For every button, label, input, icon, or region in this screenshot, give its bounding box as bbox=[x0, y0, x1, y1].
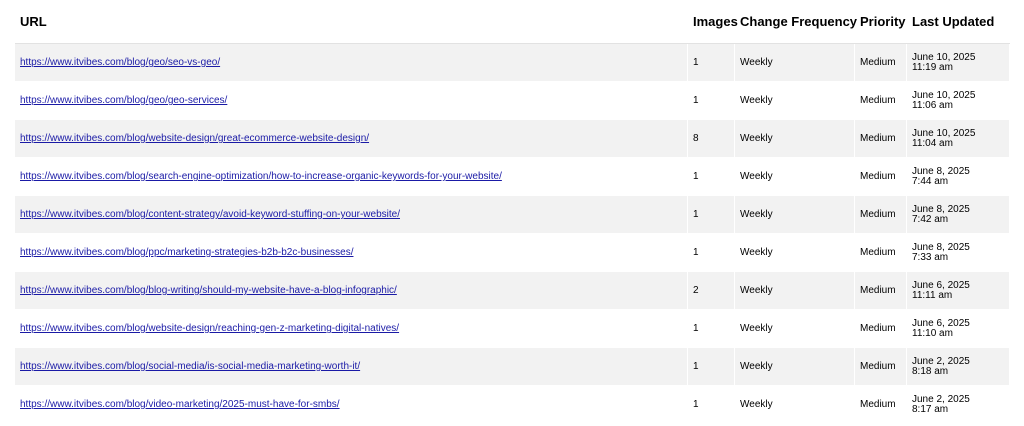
table-row: https://www.itvibes.com/blog/social-medi… bbox=[15, 348, 1010, 386]
priority-cell: Medium bbox=[855, 272, 907, 310]
change-frequency-cell: Weekly bbox=[735, 196, 855, 234]
url-cell: https://www.itvibes.com/blog/blog-writin… bbox=[15, 272, 688, 310]
change-frequency-cell: Weekly bbox=[735, 310, 855, 348]
last-updated-cell: June 6, 2025 11:11 am bbox=[907, 272, 1010, 310]
table-row: https://www.itvibes.com/blog/website-des… bbox=[15, 310, 1010, 348]
last-updated-cell: June 2, 2025 8:18 am bbox=[907, 348, 1010, 386]
images-cell: 1 bbox=[688, 44, 735, 82]
url-link[interactable]: https://www.itvibes.com/blog/geo/geo-ser… bbox=[20, 95, 227, 106]
last-updated-time: 11:11 am bbox=[912, 289, 953, 301]
last-updated-cell: June 8, 2025 7:42 am bbox=[907, 196, 1010, 234]
sitemap-table: URL Images Change Frequency Priority Las… bbox=[15, 0, 1010, 424]
url-cell: https://www.itvibes.com/blog/website-des… bbox=[15, 120, 688, 158]
priority-cell: Medium bbox=[855, 310, 907, 348]
table-row: https://www.itvibes.com/blog/website-des… bbox=[15, 120, 1010, 158]
images-cell: 1 bbox=[688, 234, 735, 272]
change-frequency-cell: Weekly bbox=[735, 120, 855, 158]
last-updated-cell: June 10, 2025 11:19 am bbox=[907, 44, 1010, 82]
url-link[interactable]: https://www.itvibes.com/blog/search-engi… bbox=[20, 171, 502, 182]
change-frequency-cell: Weekly bbox=[735, 234, 855, 272]
images-cell: 1 bbox=[688, 158, 735, 196]
table-row: https://www.itvibes.com/blog/ppc/marketi… bbox=[15, 234, 1010, 272]
last-updated-cell: June 2, 2025 8:17 am bbox=[907, 386, 1010, 424]
url-link[interactable]: https://www.itvibes.com/blog/content-str… bbox=[20, 209, 400, 220]
priority-cell: Medium bbox=[855, 196, 907, 234]
url-cell: https://www.itvibes.com/blog/video-marke… bbox=[15, 386, 688, 424]
column-header-change-frequency[interactable]: Change Frequency bbox=[735, 0, 857, 44]
column-header-priority[interactable]: Priority bbox=[855, 0, 907, 44]
url-link[interactable]: https://www.itvibes.com/blog/website-des… bbox=[20, 323, 399, 334]
change-frequency-cell: Weekly bbox=[735, 158, 855, 196]
sitemap-table-header: URL Images Change Frequency Priority Las… bbox=[15, 0, 1010, 44]
last-updated-time: 8:17 am bbox=[912, 403, 949, 415]
change-frequency-cell: Weekly bbox=[735, 348, 855, 386]
images-cell: 1 bbox=[688, 386, 735, 424]
column-header-images[interactable]: Images bbox=[688, 0, 738, 44]
priority-cell: Medium bbox=[855, 82, 907, 120]
table-row: https://www.itvibes.com/blog/blog-writin… bbox=[15, 272, 1010, 310]
last-updated-cell: June 8, 2025 7:33 am bbox=[907, 234, 1010, 272]
column-header-last-updated[interactable]: Last Updated bbox=[907, 0, 1010, 44]
images-cell: 1 bbox=[688, 348, 735, 386]
table-row: https://www.itvibes.com/blog/content-str… bbox=[15, 196, 1010, 234]
priority-cell: Medium bbox=[855, 120, 907, 158]
table-row: https://www.itvibes.com/blog/video-marke… bbox=[15, 386, 1010, 424]
priority-cell: Medium bbox=[855, 158, 907, 196]
last-updated-time: 7:44 am bbox=[912, 175, 949, 187]
change-frequency-cell: Weekly bbox=[735, 272, 855, 310]
last-updated-cell: June 8, 2025 7:44 am bbox=[907, 158, 1010, 196]
priority-cell: Medium bbox=[855, 234, 907, 272]
priority-cell: Medium bbox=[855, 386, 907, 424]
url-cell: https://www.itvibes.com/blog/ppc/marketi… bbox=[15, 234, 688, 272]
last-updated-time: 7:33 am bbox=[912, 251, 949, 263]
table-row: https://www.itvibes.com/blog/search-engi… bbox=[15, 158, 1010, 196]
url-cell: https://www.itvibes.com/blog/geo/geo-ser… bbox=[15, 82, 688, 120]
last-updated-time: 11:10 am bbox=[912, 327, 953, 339]
last-updated-cell: June 10, 2025 11:04 am bbox=[907, 120, 1010, 158]
images-cell: 1 bbox=[688, 196, 735, 234]
change-frequency-cell: Weekly bbox=[735, 386, 855, 424]
table-row: https://www.itvibes.com/blog/geo/geo-ser… bbox=[15, 82, 1010, 120]
url-cell: https://www.itvibes.com/blog/search-engi… bbox=[15, 158, 688, 196]
last-updated-time: 11:19 am bbox=[912, 61, 953, 73]
last-updated-cell: June 10, 2025 11:06 am bbox=[907, 82, 1010, 120]
url-link[interactable]: https://www.itvibes.com/blog/video-marke… bbox=[20, 399, 340, 410]
images-cell: 1 bbox=[688, 310, 735, 348]
last-updated-time: 7:42 am bbox=[912, 213, 949, 225]
change-frequency-cell: Weekly bbox=[735, 82, 855, 120]
priority-cell: Medium bbox=[855, 44, 907, 82]
sitemap-table-body: https://www.itvibes.com/blog/geo/seo-vs-… bbox=[15, 44, 1010, 424]
header-row: URL Images Change Frequency Priority Las… bbox=[15, 0, 1010, 44]
last-updated-time: 8:18 am bbox=[912, 365, 949, 377]
last-updated-time: 11:04 am bbox=[912, 137, 953, 149]
url-link[interactable]: https://www.itvibes.com/blog/geo/seo-vs-… bbox=[20, 57, 220, 68]
url-link[interactable]: https://www.itvibes.com/blog/blog-writin… bbox=[20, 285, 397, 296]
url-link[interactable]: https://www.itvibes.com/blog/website-des… bbox=[20, 133, 369, 144]
images-cell: 1 bbox=[688, 82, 735, 120]
last-updated-cell: June 6, 2025 11:10 am bbox=[907, 310, 1010, 348]
column-header-url[interactable]: URL bbox=[15, 0, 688, 44]
url-link[interactable]: https://www.itvibes.com/blog/ppc/marketi… bbox=[20, 247, 353, 258]
priority-cell: Medium bbox=[855, 348, 907, 386]
last-updated-time: 11:06 am bbox=[912, 99, 953, 111]
images-cell: 8 bbox=[688, 120, 735, 158]
url-cell: https://www.itvibes.com/blog/geo/seo-vs-… bbox=[15, 44, 688, 82]
change-frequency-cell: Weekly bbox=[735, 44, 855, 82]
images-cell: 2 bbox=[688, 272, 735, 310]
url-link[interactable]: https://www.itvibes.com/blog/social-medi… bbox=[20, 361, 360, 372]
url-cell: https://www.itvibes.com/blog/website-des… bbox=[15, 310, 688, 348]
url-cell: https://www.itvibes.com/blog/social-medi… bbox=[15, 348, 688, 386]
table-row: https://www.itvibes.com/blog/geo/seo-vs-… bbox=[15, 44, 1010, 82]
url-cell: https://www.itvibes.com/blog/content-str… bbox=[15, 196, 688, 234]
